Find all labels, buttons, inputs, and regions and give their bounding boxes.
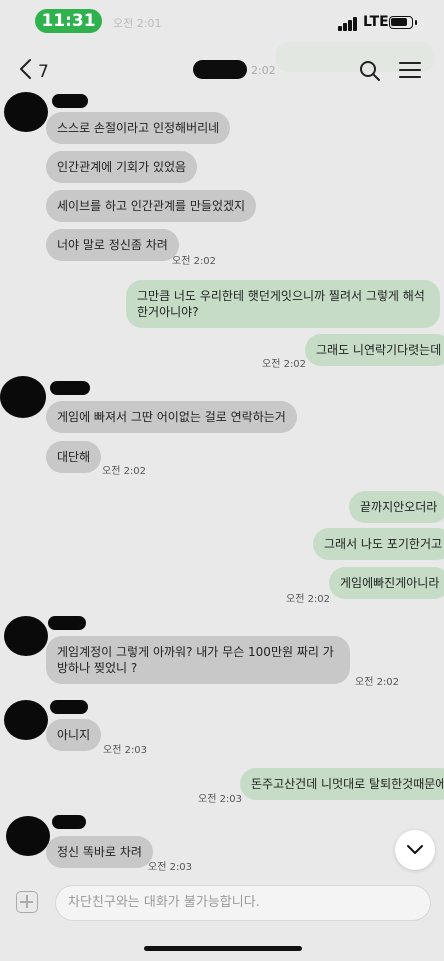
battery-icon bbox=[389, 16, 417, 29]
composer-bar: 차단친구와는 대화가 불가능합니다. bbox=[0, 878, 444, 928]
hamburger-menu-icon bbox=[399, 62, 421, 64]
message-bubble: 스스로 손절이라고 인정해버리네 bbox=[46, 112, 231, 144]
sender-name-redacted bbox=[50, 381, 90, 395]
message-time: 오전 2:02 bbox=[286, 594, 331, 605]
message-bubble: 대단해 bbox=[46, 441, 102, 473]
sender-name-redacted bbox=[52, 94, 88, 108]
message-bubble: 게임에 빠져서 그딴 어이없는 걸로 연락하는거 bbox=[46, 401, 297, 433]
attach-button[interactable] bbox=[16, 891, 38, 913]
message-bubble: 그래서 나도 포기한거고 bbox=[313, 528, 444, 560]
message-bubble: 인간관계에 기회가 있었음 bbox=[46, 151, 198, 183]
message-bubble: 너야 말로 정신좀 차려 bbox=[46, 229, 179, 261]
message-bubble: 그만큼 너도 우리한테 햇던게잇으니까 찔려서 그렇게 해석한거아니야? bbox=[126, 280, 440, 328]
avatar bbox=[4, 616, 48, 656]
menu-button[interactable] bbox=[399, 61, 423, 81]
chat-title-redacted bbox=[193, 60, 247, 79]
message-bubble: 정신 똑바로 차려 bbox=[46, 836, 153, 868]
status-bar: 11:31 오전 2:01 LTE bbox=[0, 0, 444, 44]
message-input[interactable]: 차단친구와는 대화가 불가능합니다. bbox=[55, 885, 431, 921]
message-bubble: 끝까지안오더라 bbox=[349, 491, 444, 523]
message-time: 오전 2:02 bbox=[262, 359, 307, 370]
scroll-to-bottom-button[interactable] bbox=[395, 830, 435, 870]
chevron-left-icon bbox=[20, 59, 31, 79]
message-bubble: 그래도 니연락기다렷는데 bbox=[305, 334, 444, 366]
search-icon bbox=[360, 61, 380, 81]
ghost-timestamp: 오전 2:01 bbox=[113, 17, 162, 30]
message-bubble: 아니지 bbox=[46, 719, 102, 751]
back-button[interactable] bbox=[18, 58, 32, 86]
sender-name-redacted bbox=[52, 815, 86, 829]
message-time: 오전 2:02 bbox=[102, 466, 147, 477]
home-indicator[interactable] bbox=[144, 946, 302, 951]
signal-icon bbox=[338, 15, 360, 31]
network-label: LTE bbox=[363, 14, 389, 30]
avatar bbox=[6, 816, 50, 856]
message-time: 오전 2:03 bbox=[148, 862, 193, 873]
search-button[interactable] bbox=[359, 60, 381, 82]
message-time: 오전 2:02 bbox=[355, 677, 400, 688]
message-bubble: 돈주고산건데 니멋대로 탈퇴한것때문에 bbox=[240, 768, 444, 800]
header-ghost-time: 2:02 bbox=[251, 64, 276, 77]
message-bubble: 게임계정이 그렇게 아까워? 내가 무슨 100만원 짜리 가방하나 찢었니 ? bbox=[46, 636, 350, 684]
chevron-down-icon bbox=[407, 845, 423, 854]
sender-name-redacted bbox=[50, 700, 88, 714]
message-time: 오전 2:03 bbox=[103, 745, 148, 756]
message-time: 오전 2:03 bbox=[198, 794, 243, 805]
status-time: 11:31 bbox=[35, 9, 102, 33]
message-time: 오전 2:02 bbox=[172, 256, 217, 267]
unread-count: 7 bbox=[38, 62, 49, 82]
avatar bbox=[0, 376, 46, 418]
message-bubble: 게임에빠진게아니라 bbox=[329, 567, 444, 599]
avatar bbox=[4, 92, 48, 132]
chat-header: 7 2:02 bbox=[0, 48, 444, 96]
message-bubble: 세이브를 하고 인간관계를 만들었겠지 bbox=[46, 190, 257, 222]
avatar bbox=[4, 700, 48, 740]
sender-name-redacted bbox=[48, 616, 86, 630]
